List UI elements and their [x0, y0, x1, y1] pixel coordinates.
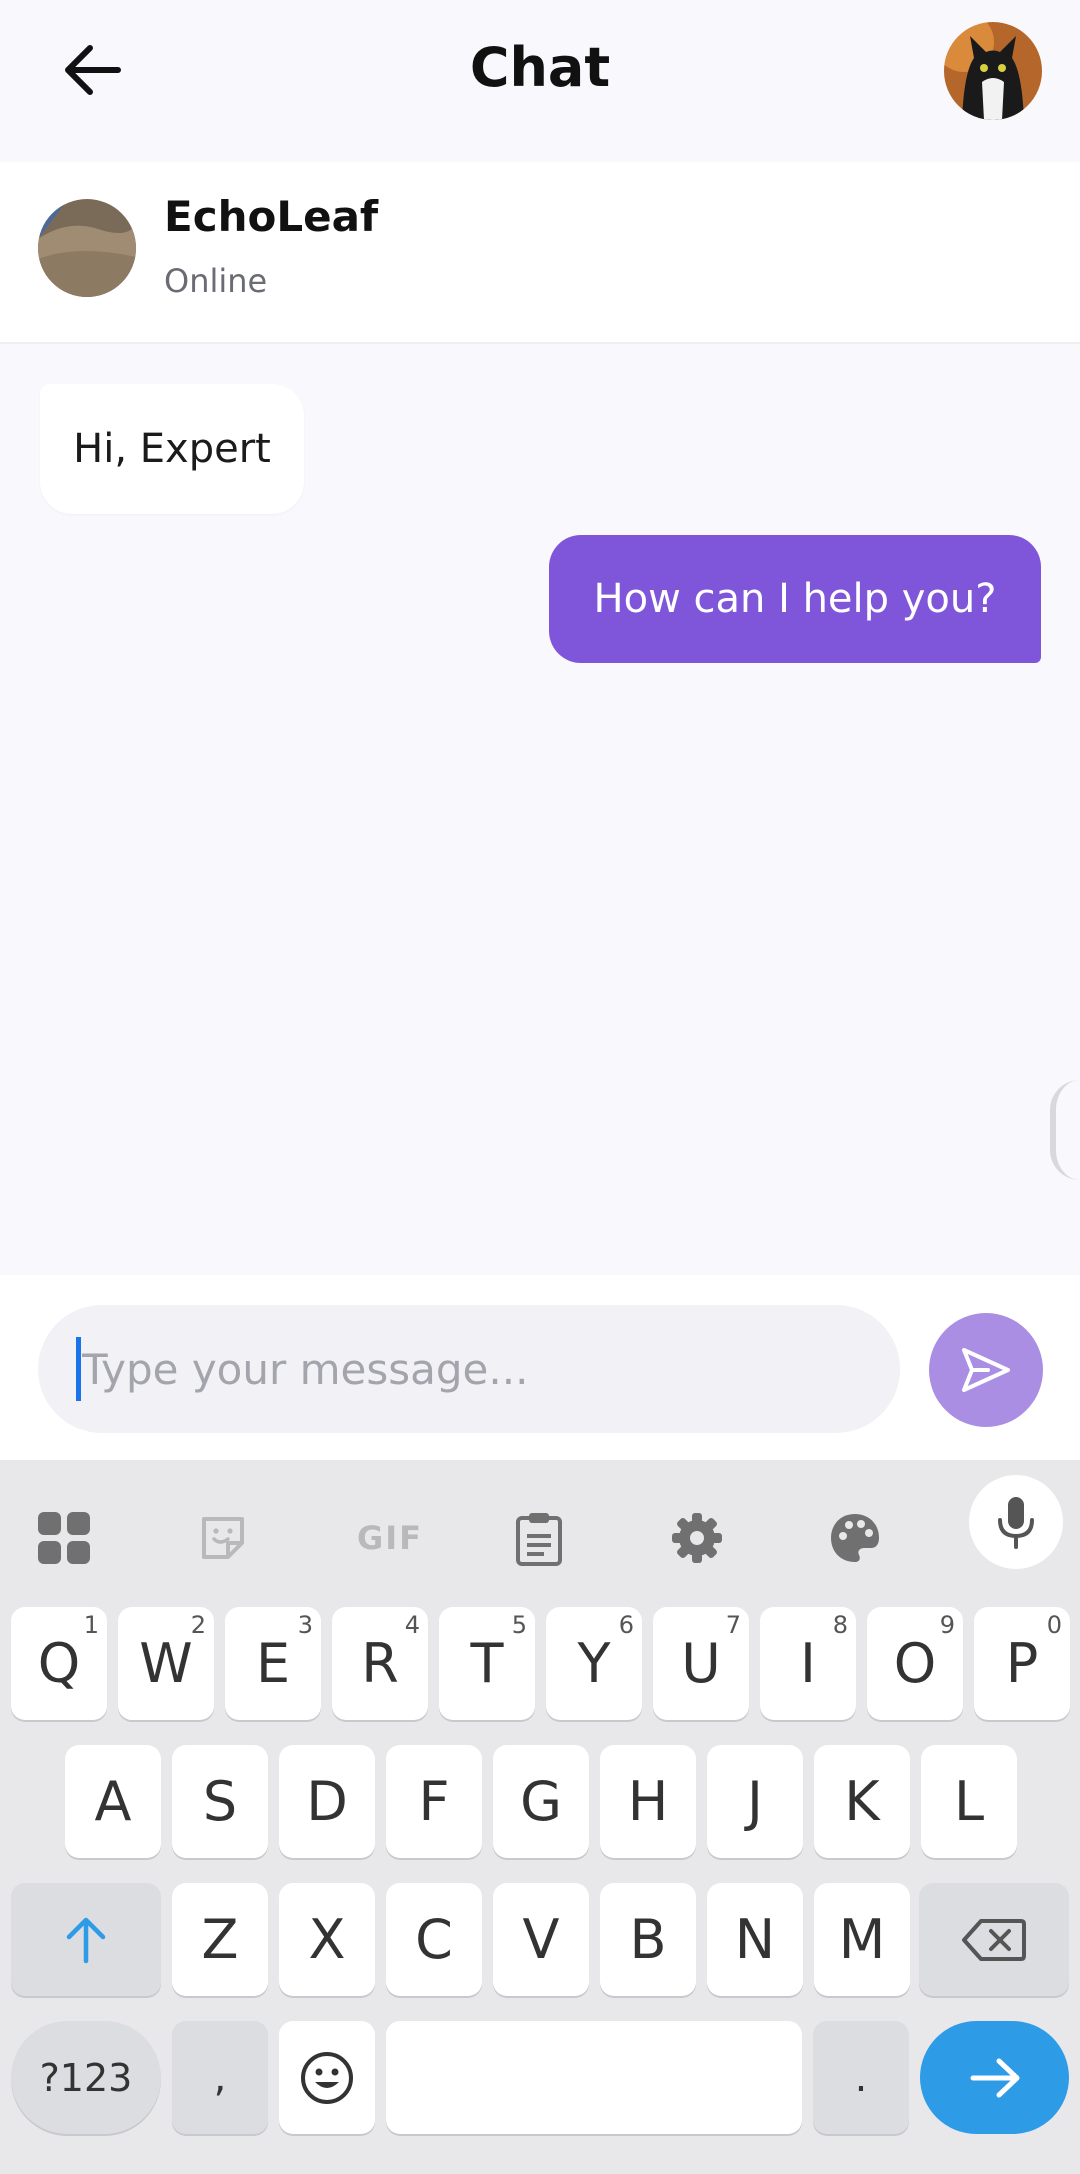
- top-app-bar: Chat: [0, 0, 1080, 162]
- scroll-handle[interactable]: [1050, 1080, 1080, 1180]
- key-hint: 9: [939, 1611, 955, 1639]
- theme-palette-icon[interactable]: [815, 1498, 895, 1578]
- soft-keyboard: GIF Q1 W2 E3 R4 T5 Y6 U7 I8 O9 P0 A S D …: [0, 1460, 1080, 2174]
- send-button[interactable]: [929, 1313, 1043, 1427]
- key-label: U: [681, 1632, 721, 1695]
- message-input[interactable]: [82, 1305, 862, 1433]
- sticker-icon[interactable]: [183, 1498, 263, 1578]
- microphone-button[interactable]: [969, 1475, 1063, 1569]
- key-n[interactable]: N: [707, 1883, 803, 1996]
- message-composer: [0, 1275, 1080, 1460]
- key-g[interactable]: G: [493, 1745, 589, 1858]
- key-label: O: [893, 1632, 937, 1695]
- key-hint: 8: [832, 1611, 848, 1639]
- contact-avatar: [38, 199, 136, 297]
- key-e[interactable]: E3: [225, 1607, 321, 1720]
- key-label: Y: [577, 1632, 611, 1695]
- contact-status: Online: [164, 262, 268, 300]
- user-avatar[interactable]: [944, 22, 1042, 120]
- clipboard-icon[interactable]: [499, 1498, 579, 1578]
- comma-key[interactable]: ,: [172, 2021, 268, 2134]
- key-label: W: [139, 1632, 193, 1695]
- key-label: Q: [37, 1632, 81, 1695]
- period-key[interactable]: .: [813, 2021, 909, 2134]
- emoji-smile-icon: [301, 2051, 353, 2104]
- key-j[interactable]: J: [707, 1745, 803, 1858]
- contact-name: EchoLeaf: [164, 192, 379, 241]
- key-m[interactable]: M: [814, 1883, 910, 1996]
- key-hint: 3: [297, 1611, 313, 1639]
- key-hint: 6: [618, 1611, 634, 1639]
- key-s[interactable]: S: [172, 1745, 268, 1858]
- key-label: T: [470, 1632, 504, 1695]
- apps-grid-icon[interactable]: [24, 1498, 104, 1578]
- message-input-container[interactable]: [38, 1305, 900, 1433]
- key-t[interactable]: T5: [439, 1607, 535, 1720]
- key-x[interactable]: X: [279, 1883, 375, 1996]
- key-z[interactable]: Z: [172, 1883, 268, 1996]
- key-q[interactable]: Q1: [11, 1607, 107, 1720]
- key-v[interactable]: V: [493, 1883, 589, 1996]
- key-hint: 7: [725, 1611, 741, 1639]
- microphone-icon: [998, 1497, 1034, 1549]
- key-label: R: [361, 1632, 399, 1695]
- key-y[interactable]: Y6: [546, 1607, 642, 1720]
- key-hint: 4: [404, 1611, 420, 1639]
- key-r[interactable]: R4: [332, 1607, 428, 1720]
- key-b[interactable]: B: [600, 1883, 696, 1996]
- key-a[interactable]: A: [65, 1745, 161, 1858]
- backspace-key[interactable]: [919, 1883, 1069, 1996]
- key-h[interactable]: H: [600, 1745, 696, 1858]
- gif-button[interactable]: GIF: [340, 1498, 440, 1578]
- emoji-key[interactable]: [279, 2021, 375, 2134]
- key-hint: 0: [1046, 1611, 1062, 1639]
- send-icon: [962, 1348, 1010, 1392]
- key-label: I: [800, 1632, 816, 1695]
- symbols-key[interactable]: ?123: [11, 2021, 161, 2134]
- space-bar[interactable]: [386, 2021, 802, 2134]
- key-label: P: [1005, 1632, 1039, 1695]
- key-label: E: [255, 1632, 291, 1695]
- key-u[interactable]: U7: [653, 1607, 749, 1720]
- incoming-message: Hi, Expert: [40, 384, 304, 514]
- key-p[interactable]: P0: [974, 1607, 1070, 1720]
- page-title: Chat: [469, 36, 611, 99]
- key-hint: 5: [511, 1611, 527, 1639]
- key-f[interactable]: F: [386, 1745, 482, 1858]
- key-hint: 1: [83, 1611, 99, 1639]
- key-l[interactable]: L: [921, 1745, 1017, 1858]
- key-i[interactable]: I8: [760, 1607, 856, 1720]
- arrow-right-icon: [970, 2058, 1019, 2097]
- shift-key[interactable]: [11, 1883, 161, 1996]
- enter-key[interactable]: [920, 2021, 1069, 2134]
- key-d[interactable]: D: [279, 1745, 375, 1858]
- key-k[interactable]: K: [814, 1745, 910, 1858]
- key-c[interactable]: C: [386, 1883, 482, 1996]
- key-o[interactable]: O9: [867, 1607, 963, 1720]
- contact-header[interactable]: EchoLeaf Online: [0, 162, 1080, 344]
- settings-gear-icon[interactable]: [657, 1498, 737, 1578]
- key-hint: 2: [190, 1611, 206, 1639]
- shift-arrow-icon: [66, 1917, 106, 1963]
- backspace-icon: [962, 1918, 1026, 1961]
- key-w[interactable]: W2: [118, 1607, 214, 1720]
- text-caret: [76, 1337, 81, 1401]
- outgoing-message: How can I help you?: [549, 535, 1041, 663]
